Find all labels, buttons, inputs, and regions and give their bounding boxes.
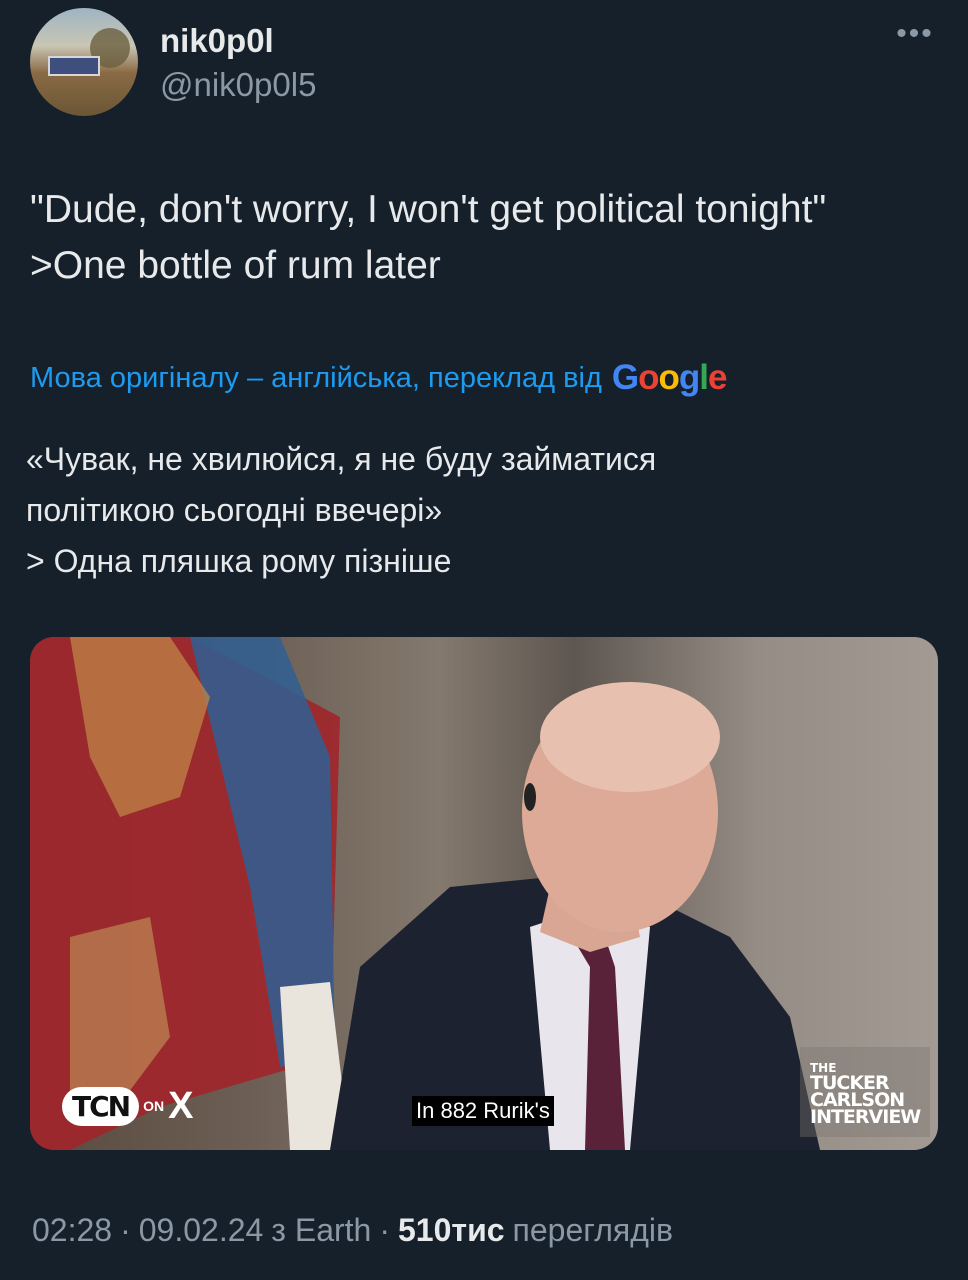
tweet-line: >One bottle of rum later bbox=[30, 244, 441, 287]
more-options-button[interactable]: ••• bbox=[890, 19, 940, 56]
tweet-time[interactable]: 02:28 bbox=[32, 1212, 112, 1249]
translated-line: > Одна пляшка рому пізніше bbox=[26, 543, 452, 579]
tweet-line: "Dude, don't worry, I won't get politica… bbox=[30, 188, 827, 231]
translation-label[interactable]: Мова оригіналу – англійська, переклад ві… bbox=[30, 362, 602, 395]
translated-line: політикою сьогодні ввечері» bbox=[26, 492, 443, 528]
tweet-text: "Dude, don't worry, I won't get politica… bbox=[30, 182, 940, 294]
author-avatar[interactable] bbox=[30, 8, 138, 116]
tweet-source: з Earth bbox=[271, 1211, 372, 1248]
author-display-name[interactable]: nik0p0l bbox=[160, 22, 274, 60]
tcn-on-x-logo: TCN ON X bbox=[62, 1086, 193, 1126]
video-frame-image bbox=[30, 637, 930, 1150]
translation-attribution[interactable]: Мова оригіналу – англійська, переклад ві… bbox=[30, 356, 728, 400]
tweet-date[interactable]: 09.02.24 bbox=[139, 1212, 264, 1249]
avatar-sign bbox=[48, 56, 100, 76]
views-count[interactable]: 510тис bbox=[398, 1212, 505, 1249]
x-logo-icon: X bbox=[168, 1085, 194, 1127]
meta-separator: · bbox=[379, 1211, 390, 1248]
tcn-logo-text: TCN bbox=[62, 1086, 140, 1126]
translated-text: «Чувак, не хвилюйся, я не буду займатися… bbox=[26, 434, 936, 587]
tucker-carlson-interview-logo: THE TUCKER CARLSON INTERVIEW bbox=[810, 1061, 921, 1128]
translated-line: «Чувак, не хвилюйся, я не буду займатися bbox=[26, 441, 657, 477]
google-logo: Google bbox=[611, 358, 728, 397]
tcn-on-text: ON bbox=[143, 1098, 165, 1114]
views-label: переглядів bbox=[512, 1211, 673, 1248]
video-media[interactable]: TCN ON X In 882 Rurik's THE TUCKER CARLS… bbox=[30, 637, 938, 1150]
meta-separator: · bbox=[120, 1211, 131, 1248]
video-caption: In 882 Rurik's bbox=[412, 1096, 554, 1126]
author-handle[interactable]: @nik0p0l5 bbox=[160, 66, 316, 104]
tweet-meta: 02:28 · 09.02.24 з Earth · 510тис перегл… bbox=[32, 1208, 681, 1252]
